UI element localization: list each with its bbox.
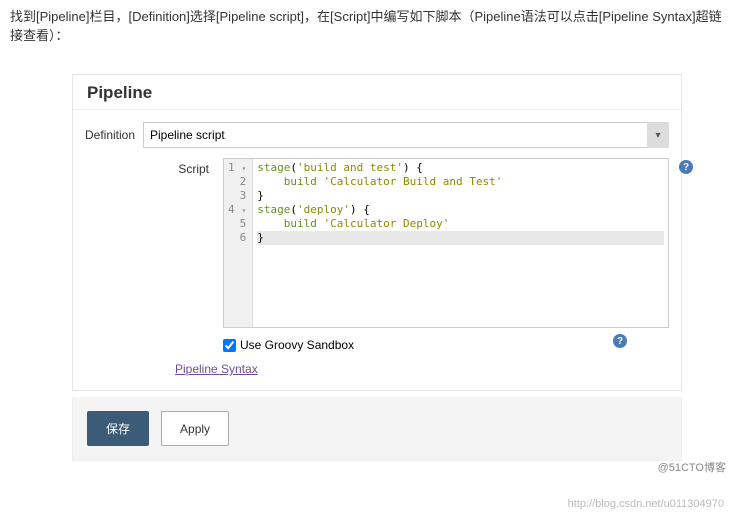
help-icon[interactable]: ?	[613, 334, 627, 348]
syntax-row: Pipeline Syntax	[175, 362, 681, 376]
editor-gutter: 1 ▾234 ▾56	[224, 159, 253, 327]
definition-select-wrap: Pipeline script ▾	[143, 122, 669, 148]
definition-label: Definition	[85, 128, 143, 142]
intro-text: 找到[Pipeline]栏目，[Definition]选择[Pipeline s…	[0, 0, 744, 50]
apply-button[interactable]: Apply	[161, 411, 229, 446]
pipeline-syntax-link[interactable]: Pipeline Syntax	[175, 362, 258, 376]
editor-code[interactable]: stage('build and test') { build 'Calcula…	[253, 159, 668, 327]
script-row: Script 1 ▾234 ▾56 stage('build and test'…	[73, 152, 681, 328]
definition-row: Definition Pipeline script ▾	[73, 110, 681, 152]
sandbox-label: Use Groovy Sandbox	[240, 338, 354, 352]
save-button[interactable]: 保存	[87, 411, 149, 446]
help-icon[interactable]: ?	[679, 160, 693, 174]
script-editor[interactable]: 1 ▾234 ▾56 stage('build and test') { bui…	[223, 158, 669, 328]
sandbox-row: Use Groovy Sandbox ?	[223, 338, 681, 352]
pipeline-panel: Pipeline Definition Pipeline script ▾ Sc…	[72, 74, 682, 391]
definition-select[interactable]: Pipeline script	[143, 122, 669, 148]
panel-title: Pipeline	[73, 75, 681, 110]
watermark-overlay: @51CTO博客	[0, 459, 726, 475]
editor-area: 1 ▾234 ▾56 stage('build and test') { bui…	[223, 158, 669, 328]
button-bar: 保存 Apply http://blog.csdn.net/u011304970	[72, 397, 682, 461]
script-label: Script	[73, 158, 223, 328]
watermark-text: http://blog.csdn.net/u011304970	[568, 498, 724, 510]
sandbox-checkbox[interactable]	[223, 339, 236, 352]
